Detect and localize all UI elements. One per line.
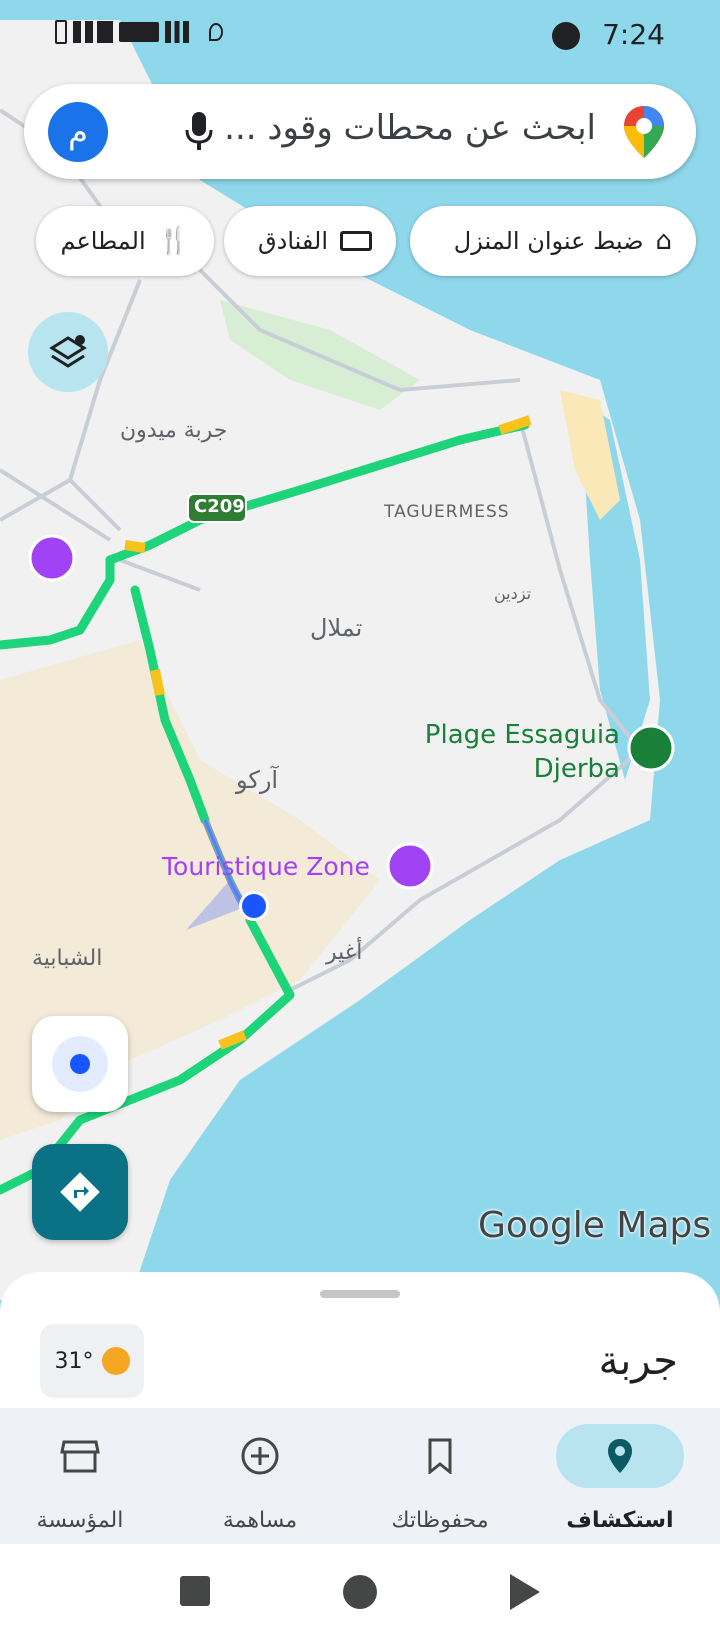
layers-button[interactable] [28,312,108,392]
drag-handle[interactable] [320,1290,400,1298]
nav-label-business: المؤسسة [36,1508,124,1533]
avatar[interactable]: م [48,102,108,162]
nav-contribute[interactable]: مساهمة [180,1416,340,1533]
chip-hotels[interactable]: الفنادق [224,206,396,276]
nav-business[interactable]: المؤسسة [0,1416,160,1533]
temperature: 31° [54,1348,94,1374]
bottom-sheet[interactable]: 31° جربة [0,1272,720,1412]
map-label-tmalal: تملال [310,614,363,642]
map-label-tezdine: تزدين [494,584,532,603]
weather-chip[interactable]: 31° [40,1324,144,1398]
chip-restaurants[interactable]: 🍴 المطاعم [36,206,214,276]
home-button[interactable] [343,1575,377,1609]
bookmark-icon [376,1424,504,1488]
nav-label-explore: استكشاف [566,1508,674,1533]
directions-icon [60,1172,100,1212]
status-icons [55,20,223,44]
add-circle-icon [196,1424,324,1488]
system-navigation-bar [0,1544,720,1640]
search-bar[interactable]: م ابحث عن محطات وقود ... [24,84,696,179]
map-label-chabbia: الشبابية [32,946,103,971]
volte-icon [119,22,159,42]
recents-button[interactable] [180,1576,210,1606]
status-bar: 7:24 [0,0,720,72]
directions-button[interactable] [32,1144,128,1240]
layers-icon [49,335,87,368]
google-maps-pin-icon [622,104,666,164]
map-label-touristique[interactable]: Touristique Zone [162,852,370,881]
road-shield-label: C209 [194,496,245,517]
signal2-icon [165,21,189,43]
explore-pin-icon [556,1424,684,1488]
sun-icon [101,1347,130,1375]
home-icon: ⌂ [655,226,672,256]
google-maps-logo: Google Maps [478,1205,712,1246]
restaurant-icon: 🍴 [157,226,190,256]
my-location-icon [52,1036,108,1092]
chip-label-restaurants: المطاعم [60,227,146,255]
status-time: 7:24 [602,18,665,51]
map-label-aghir: أغير [326,940,363,965]
map-label-plage[interactable]: Plage Essaguia Djerba [420,718,620,786]
bed-icon [340,231,372,251]
map-label-taguermess: TAGUERMESS [384,502,510,522]
bottom-navigation: استكشاف محفوظاتك مساهمة المؤسسة [0,1408,720,1544]
signal-icon [73,21,113,43]
nav-explore[interactable]: استكشاف [540,1416,700,1533]
map-label-midoun: جربة ميدون [120,418,228,443]
battery-icon [55,20,67,44]
my-location-button[interactable] [32,1016,128,1112]
map-label-arkou: آركو [236,766,279,794]
chip-set-home[interactable]: ⌂ ضبط عنوان المنزل [410,206,696,276]
microphone-icon[interactable] [174,106,224,156]
chip-label-home: ضبط عنوان المنزل [453,227,644,255]
back-button[interactable] [510,1574,540,1610]
search-input[interactable]: ابحث عن محطات وقود ... [224,108,596,148]
nav-saved[interactable]: محفوظاتك [360,1416,520,1533]
nav-label-contribute: مساهمة [222,1508,298,1533]
messenger-icon [552,22,580,50]
place-title: جربة [598,1338,678,1384]
location-icon [209,23,223,41]
chip-label-hotels: الفنادق [258,227,328,255]
nav-label-saved: محفوظاتك [391,1508,489,1533]
storefront-icon [16,1424,144,1488]
